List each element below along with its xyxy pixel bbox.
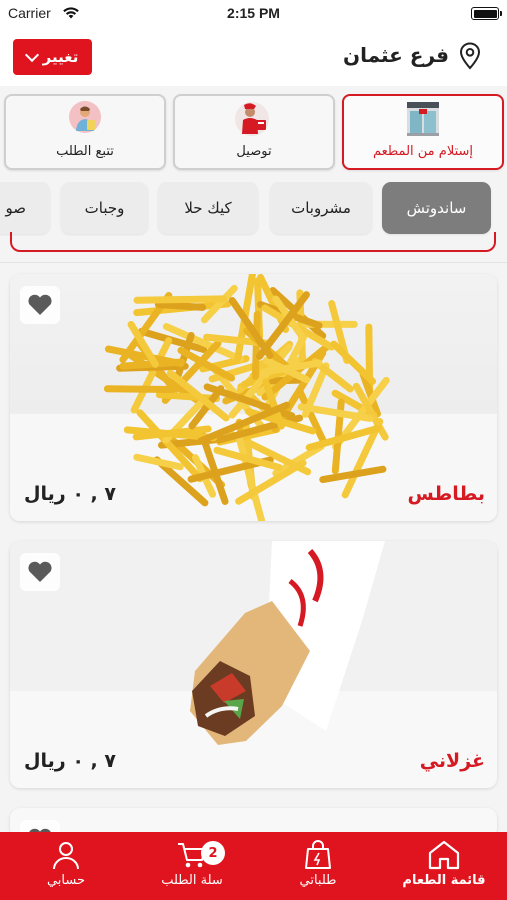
nav-item-account[interactable]: حسابي [3,832,129,900]
pickup-option-label: إستلام من المطعم [372,144,474,159]
shopping-bag-icon [305,840,331,869]
order-type-selector: إستلام من المطعم توصيل تتبع الطلب [0,94,507,170]
branch-name: فرع عثمان [343,43,449,67]
storefront-icon [407,102,439,136]
fry-stick [103,385,177,394]
change-branch-button[interactable]: تغيير [13,39,92,75]
change-branch-label: تغيير [42,48,79,66]
delivery-icon [235,102,269,136]
category-tab-meals[interactable]: وجبات [61,182,148,234]
track-order-card[interactable]: تتبع الطلب [4,94,166,170]
category-label: وجبات [84,199,125,217]
branch-header: تغيير فرع عثمان [0,28,507,86]
nav-label: سلة الطلب [161,873,223,888]
category-tab-drinks[interactable]: مشروبات [270,182,372,234]
category-label: مشروبات [291,199,351,217]
home-icon [428,840,460,870]
location-pin-icon [459,42,481,70]
favorite-button[interactable] [20,286,60,324]
fry-stick [133,295,227,304]
track-order-label: تتبع الطلب [56,144,114,159]
category-label: ساندوتش [406,199,467,217]
delivery-option-label: توصيل [236,144,272,159]
product-name: غزلاني [419,750,485,772]
nav-label: طلباتي [299,873,337,888]
category-tabs: ساندوتش مشروبات كيك حلا وجبات صو [0,182,507,236]
nav-item-cart[interactable]: 2 سلة الطلب [129,832,255,900]
nav-item-menu[interactable]: قائمة الطعام [381,832,507,900]
product-card[interactable]: غزلاني ٧ , ٠ ريال [10,541,497,788]
heart-icon [28,561,52,582]
fry-stick [155,391,221,403]
category-tab-sandwich[interactable]: ساندوتش [382,182,491,234]
battery-icon [471,7,502,20]
product-name: بطاطس [407,483,485,505]
product-price: ٧ , ٠ ريال [24,750,116,772]
status-time: 2:15 PM [227,5,280,21]
track-order-icon [69,101,101,133]
category-label: صو [5,199,27,217]
chevron-down-icon [24,47,39,62]
divider [0,262,507,263]
product-price: ٧ , ٠ ريال [24,483,116,505]
favorite-button[interactable] [20,553,60,591]
product-card[interactable]: بطاطس ٧ , ٠ ريال [10,274,497,521]
nav-label: قائمة الطعام [402,873,486,888]
category-label: كيك حلا [184,199,232,217]
nav-label: حسابي [46,873,86,888]
user-icon [53,842,79,870]
cart-count-badge: 2 [201,841,225,865]
category-tab-cake[interactable]: كيك حلا [158,182,258,234]
status-bar: Carrier 2:15 PM [0,0,507,28]
fry-stick [154,300,207,311]
bottom-navigation: قائمة الطعام طلباتي 2 سلة الطلب حسابي [0,832,507,900]
heart-icon [28,294,52,315]
pickup-option-card[interactable]: إستلام من المطعم [342,94,504,170]
delivery-option-card[interactable]: توصيل [173,94,335,170]
category-indicator-frame [10,232,496,252]
nav-item-orders[interactable]: طلباتي [255,832,381,900]
category-tab-partial[interactable]: صو [0,182,50,234]
